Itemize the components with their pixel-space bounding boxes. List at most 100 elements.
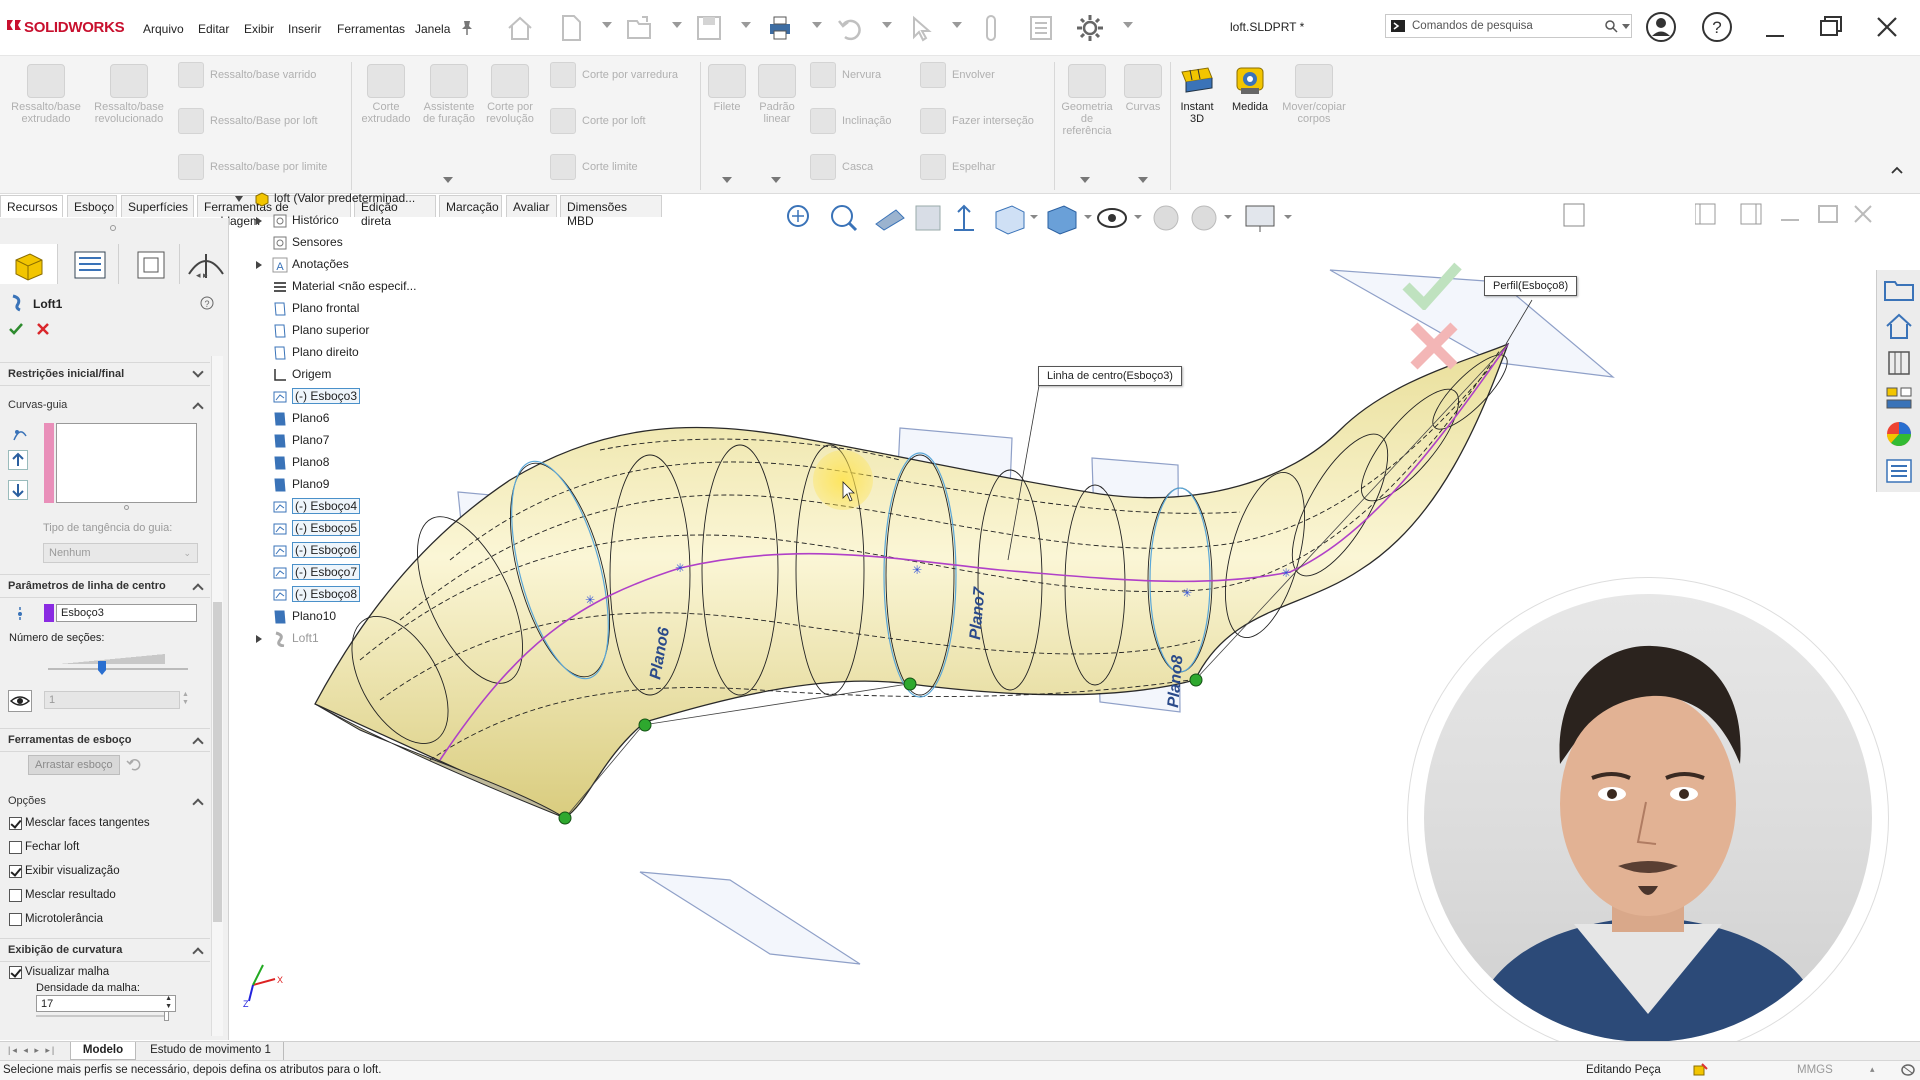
collapse-chevron-icon[interactable] (192, 402, 204, 414)
open-dropdown-icon[interactable] (672, 22, 682, 28)
expand-arrow-icon[interactable] (256, 635, 262, 643)
mesh-density-slider[interactable] (36, 1015, 166, 1017)
search-box[interactable]: Comandos de pesquisa (1385, 14, 1632, 38)
feature-tree-item[interactable]: Origem (272, 367, 331, 383)
boundary-cut-button[interactable]: Corte limite (550, 154, 638, 180)
extruded-cut-button[interactable]: Corte extrudado (357, 64, 415, 125)
guide-curves-listbox[interactable] (56, 423, 197, 503)
tab-model[interactable]: Modelo (70, 1042, 136, 1060)
feature-tree-item[interactable]: Material <não especif... (272, 279, 416, 295)
collapse-ribbon-icon[interactable] (1890, 164, 1904, 178)
select-icon[interactable] (902, 10, 940, 46)
feature-tree-item[interactable]: (-) Esboço4 (272, 498, 361, 515)
panel-grip[interactable] (110, 225, 116, 231)
custom-properties-icon[interactable] (1881, 454, 1917, 489)
plane-plano10[interactable] (639, 871, 861, 965)
folder-icon[interactable] (1881, 274, 1917, 309)
collapse-chevron-icon[interactable] (192, 947, 204, 959)
search-dropdown-icon[interactable] (1622, 24, 1630, 29)
options-dropdown-icon[interactable] (1123, 22, 1133, 28)
collapse-chevron-icon[interactable] (192, 583, 204, 595)
collapse-chevron-icon[interactable] (192, 737, 204, 749)
sections-slider-thumb[interactable] (98, 661, 106, 675)
guide-tangency-select[interactable]: Nenhum ⌄ (43, 543, 198, 563)
centerline-selection-box[interactable]: Esboço3 (56, 604, 197, 622)
pin-icon[interactable] (460, 20, 474, 39)
menu-exibir[interactable]: Exibir (244, 22, 274, 36)
boundary-boss-button[interactable]: Ressalto/base por limite (178, 154, 327, 180)
confirm-cancel-icon[interactable] (1408, 320, 1460, 375)
shell-button[interactable]: Casca (810, 154, 873, 180)
section-guide-curves[interactable]: Curvas-guia (0, 394, 210, 418)
feature-tree-item[interactable]: (-) Esboço6 (272, 542, 361, 559)
feature-tree-item[interactable]: Plano8 (272, 455, 329, 471)
notification-icon[interactable] (1900, 1063, 1916, 1080)
tab-feature-manager[interactable] (0, 244, 58, 284)
expand-arrow-icon[interactable] (256, 217, 262, 225)
show-preview-checkbox[interactable] (9, 865, 22, 878)
feature-tree-item[interactable]: (-) Esboço7 (272, 564, 361, 581)
tab-property-manager[interactable] (61, 244, 119, 284)
units-menu-arrow-icon[interactable]: ▴ (1870, 1064, 1875, 1075)
feature-tree-item[interactable]: (-) Esboço5 (272, 520, 361, 537)
micro-tolerance-checkbox[interactable] (9, 913, 22, 926)
collapse-chevron-icon[interactable] (192, 798, 204, 810)
scrollbar-thumb[interactable] (213, 602, 222, 922)
feature-tree-item[interactable]: Plano superior (272, 323, 369, 339)
undo-sketch-drag-icon[interactable] (126, 757, 142, 774)
ok-checkmark-icon[interactable] (8, 322, 24, 339)
ref-geometry-dropdown-icon[interactable] (1080, 177, 1090, 183)
menu-janela[interactable]: Janela (415, 22, 450, 36)
expand-arrow-icon[interactable] (256, 261, 262, 269)
tab-scroll-arrows[interactable]: |◂ ◂ ▸ ▸| (8, 1045, 56, 1056)
menu-ferramentas[interactable]: Ferramentas (337, 22, 405, 36)
callout-profile-sketch8[interactable]: Perfil(Esboço8) (1484, 276, 1578, 296)
feature-tree-item[interactable]: Plano9 (272, 477, 329, 493)
select-dropdown-icon[interactable] (952, 22, 962, 28)
tab-superficies[interactable]: Superfícies (121, 195, 194, 217)
mesh-preview-checkbox[interactable] (9, 966, 22, 979)
hole-dropdown-icon[interactable] (443, 177, 453, 183)
section-centerline-parameters[interactable]: Parâmetros de linha de centro (0, 574, 210, 598)
new-document-icon[interactable] (553, 10, 591, 46)
save-dropdown-icon[interactable] (741, 22, 751, 28)
intersect-button[interactable]: Fazer interseção (920, 108, 1034, 134)
move-copy-bodies-button[interactable]: Mover/copiar corpos (1278, 64, 1350, 125)
fillet-dropdown-icon[interactable] (722, 177, 732, 183)
pattern-dropdown-icon[interactable] (771, 177, 781, 183)
rebuild-icon[interactable] (973, 10, 1011, 46)
fillet-button[interactable]: Filete (706, 64, 748, 113)
section-curvature-display[interactable]: Exibição de curvatura (0, 938, 210, 962)
open-icon[interactable] (622, 10, 660, 46)
confirm-ok-icon[interactable] (1402, 260, 1462, 313)
feature-tree-item[interactable]: Loft1 (256, 631, 319, 648)
curves-dropdown-icon[interactable] (1138, 177, 1148, 183)
feature-tree-item[interactable]: Plano direito (272, 345, 359, 361)
feature-tree-item[interactable]: (-) Esboço8 (272, 586, 361, 603)
feature-tree-item[interactable]: (-) Esboço3 (272, 388, 361, 405)
feature-tree-item[interactable]: Histórico (256, 213, 339, 229)
mirror-button[interactable]: Espelhar (920, 154, 995, 180)
linear-pattern-button[interactable]: Padrão linear (752, 64, 802, 125)
undo-dropdown-icon[interactable] (882, 22, 892, 28)
drag-sketch-button[interactable]: Arrastar esboço (28, 755, 120, 775)
rib-button[interactable]: Nervura (810, 62, 881, 88)
spinbox-arrows-icon[interactable]: ▲ ▼ (182, 691, 189, 707)
wrap-button[interactable]: Envolver (920, 62, 995, 88)
feature-tree-item[interactable]: A Anotações (256, 257, 349, 273)
expand-chevron-icon[interactable] (192, 366, 204, 378)
search-icon[interactable] (1604, 19, 1618, 36)
minimize-icon[interactable] (1758, 10, 1798, 46)
menu-editar[interactable]: Editar (198, 22, 229, 36)
revolved-cut-button[interactable]: Corte por revolução (481, 64, 539, 125)
print-icon[interactable] (762, 10, 800, 46)
preview-eye-button[interactable] (8, 690, 32, 712)
mesh-density-slider-thumb[interactable] (164, 1011, 169, 1021)
file-properties-icon[interactable] (1023, 10, 1061, 46)
feature-tree-item[interactable]: Plano10 (272, 609, 336, 625)
tab-esboco[interactable]: Esboço (67, 195, 117, 217)
feature-tree-item[interactable]: Plano frontal (272, 301, 359, 317)
panel-scrollbar[interactable] (211, 356, 223, 1036)
view-triad[interactable]: X Z (243, 964, 283, 1009)
home-icon[interactable] (502, 10, 540, 46)
